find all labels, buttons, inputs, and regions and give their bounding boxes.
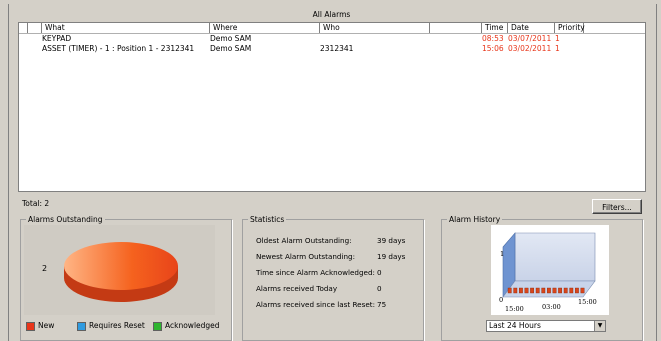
table-header: What Where Who Time Date Priority	[19, 23, 645, 34]
history-x-label: 03:00	[542, 303, 561, 311]
legend-swatch-new	[26, 322, 35, 331]
cell-who: 2312341	[320, 44, 354, 53]
history-bar	[558, 287, 563, 294]
column-header-who[interactable]: Who	[319, 23, 429, 33]
history-back-wall	[514, 232, 596, 282]
stat-label-acknowledged: Time since Alarm Acknowledged:	[256, 268, 375, 277]
stat-value-since-reset: 75	[377, 300, 387, 309]
column-header-what[interactable]: What	[41, 23, 209, 33]
alarm-table[interactable]: What Where Who Time Date Priority KEYPAD…	[18, 22, 646, 192]
cell-date: 03/02/2011	[508, 44, 552, 53]
column-header-date[interactable]: Date	[507, 23, 554, 33]
total-count: Total: 2	[22, 199, 50, 208]
stat-label-oldest: Oldest Alarm Outstanding:	[256, 236, 352, 245]
alarms-pie-chart	[64, 242, 178, 302]
history-y-label-zero: 0	[499, 296, 504, 304]
history-bar	[580, 287, 585, 294]
history-bar	[530, 287, 535, 294]
filters-button[interactable]: Filters...	[592, 199, 642, 214]
history-x-label: 15:00	[578, 298, 597, 306]
history-bar	[563, 287, 568, 294]
column-header-where[interactable]: Where	[209, 23, 319, 33]
legend-label-new: New	[38, 321, 55, 330]
pie-slice-new	[64, 242, 178, 290]
stat-label-newest: Newest Alarm Outstanding:	[256, 252, 356, 261]
history-bar	[519, 287, 523, 294]
cell-priority: 1	[555, 34, 560, 43]
history-bar	[547, 287, 551, 294]
column-header-blank[interactable]	[27, 23, 41, 33]
cell-what: ASSET (TIMER) - 1 : Position 1 - 2312341	[42, 44, 195, 53]
history-bar	[552, 287, 557, 294]
table-row[interactable]: KEYPAD Demo SAM 08:53 03/07/2011 1	[19, 34, 645, 44]
statistics-title: Statistics	[248, 215, 287, 225]
cell-what: KEYPAD	[42, 34, 72, 43]
legend-label-requires-reset: Requires Reset	[89, 321, 145, 330]
legend-swatch-requires-reset	[77, 322, 86, 331]
history-bar	[541, 287, 546, 294]
column-header-priority[interactable]: Priority	[554, 23, 585, 33]
stat-value-newest: 19 days	[377, 252, 406, 261]
alarms-outstanding-title: Alarms Outstanding	[26, 215, 105, 225]
cell-date: 03/07/2011	[508, 34, 552, 43]
pie-count-label: 2	[42, 264, 48, 273]
history-range-select[interactable]: Last 24 Hours ▼	[486, 320, 606, 332]
stat-label-since-reset: Alarms received since last Reset:	[256, 300, 375, 309]
alarm-history-title: Alarm History	[447, 215, 503, 225]
cell-priority: 1	[555, 44, 560, 53]
column-header-extra[interactable]	[429, 23, 481, 33]
history-bar	[507, 287, 512, 294]
cell-time: 15:06	[482, 44, 504, 53]
history-bar	[574, 287, 579, 294]
history-x-label: 15:00	[505, 305, 524, 313]
stat-value-oldest: 39 days	[377, 236, 406, 245]
chevron-down-icon[interactable]: ▼	[594, 321, 605, 331]
window-title: All Alarms	[312, 10, 351, 19]
cell-where: Demo SAM	[210, 34, 252, 43]
history-y-label-top: 1	[500, 250, 505, 258]
column-header-time[interactable]: Time	[481, 23, 507, 33]
table-row[interactable]: ASSET (TIMER) - 1 : Position 1 - 2312341…	[19, 44, 645, 54]
legend-label-acknowledged: Acknowledged	[165, 321, 220, 330]
stat-label-today: Alarms received Today	[256, 284, 338, 293]
history-bar	[569, 287, 574, 294]
legend-swatch-acknowledged	[153, 322, 162, 331]
stat-value-today: 0	[377, 284, 382, 293]
stat-value-acknowledged: 0	[377, 268, 382, 277]
history-bar	[513, 287, 518, 294]
cell-where: Demo SAM	[210, 44, 252, 53]
history-bar	[535, 287, 540, 294]
cell-time: 08:53	[482, 34, 504, 43]
history-range-value: Last 24 Hours	[489, 321, 541, 330]
history-bar	[524, 287, 529, 294]
